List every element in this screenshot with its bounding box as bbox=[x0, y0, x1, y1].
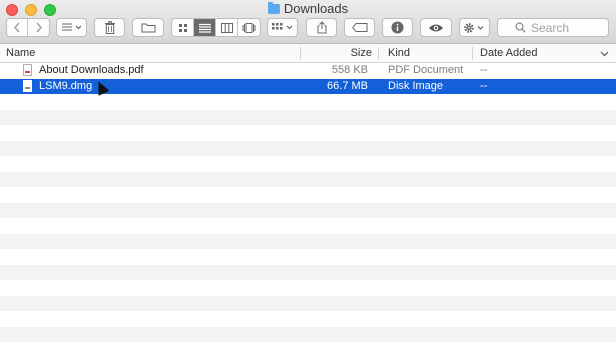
grid-dropdown-icon bbox=[271, 23, 292, 30]
empty-row bbox=[0, 280, 616, 296]
arrange-button[interactable] bbox=[56, 18, 87, 37]
folder-icon bbox=[141, 23, 155, 33]
icon-view-button[interactable] bbox=[172, 19, 194, 36]
empty-row bbox=[0, 326, 616, 342]
column-header-name-label: Name bbox=[6, 47, 36, 59]
empty-row bbox=[0, 295, 616, 311]
empty-row bbox=[0, 342, 616, 350]
file-name: About Downloads.pdf bbox=[39, 64, 144, 76]
file-date-added: -- bbox=[480, 64, 488, 76]
back-button[interactable] bbox=[7, 19, 29, 36]
empty-row bbox=[0, 125, 616, 141]
trash-icon bbox=[104, 21, 115, 34]
group-button[interactable] bbox=[267, 18, 298, 37]
column-header-size[interactable]: Size bbox=[300, 44, 378, 62]
icon-view-icon bbox=[178, 23, 187, 32]
disk-image-icon bbox=[23, 79, 32, 92]
file-size: 558 KB bbox=[331, 64, 368, 76]
empty-row bbox=[0, 156, 616, 172]
list-view-icon bbox=[198, 23, 211, 33]
empty-row bbox=[0, 171, 616, 187]
file-size: 66.7 MB bbox=[327, 79, 368, 92]
file-row[interactable]: About Downloads.pdf 558 KB PDF Document … bbox=[0, 63, 616, 79]
column-divider bbox=[472, 47, 473, 60]
column-header-size-label: Size bbox=[350, 47, 372, 59]
file-name: LSM9.dmg bbox=[39, 79, 93, 92]
empty-row bbox=[0, 233, 616, 249]
forward-button[interactable] bbox=[28, 19, 49, 36]
list-dropdown-icon bbox=[61, 23, 81, 31]
file-list: About Downloads.pdf 558 KB PDF Document … bbox=[0, 63, 616, 350]
empty-row bbox=[0, 218, 616, 234]
search-icon bbox=[515, 22, 526, 33]
chevron-down-icon[interactable] bbox=[600, 51, 609, 57]
finder-window: Downloads Search Name Size Kind Date Add… bbox=[0, 0, 616, 350]
search-input[interactable] bbox=[529, 19, 591, 36]
view-mode-selector bbox=[171, 18, 261, 37]
tag-icon bbox=[351, 23, 367, 32]
file-kind: Disk Image bbox=[388, 79, 444, 92]
empty-row bbox=[0, 264, 616, 280]
trash-button[interactable] bbox=[94, 18, 125, 37]
file-row-selected[interactable]: LSM9.dmg 66.7 MB Disk Image -- bbox=[0, 78, 616, 94]
column-view-icon bbox=[220, 22, 233, 33]
file-date-added: -- bbox=[480, 79, 488, 92]
column-header-bar: Name Size Kind Date Added bbox=[0, 44, 616, 63]
column-header-kind-label: Kind bbox=[388, 47, 411, 59]
empty-row bbox=[0, 249, 616, 265]
empty-row bbox=[0, 109, 616, 125]
chevron-right-icon bbox=[35, 22, 42, 33]
folder-icon bbox=[267, 2, 280, 14]
gear-icon bbox=[463, 22, 483, 33]
column-header-kind[interactable]: Kind bbox=[382, 44, 472, 62]
pdf-file-icon bbox=[23, 64, 32, 76]
eye-icon bbox=[429, 24, 443, 31]
info-icon bbox=[391, 21, 404, 34]
titlebar: Downloads bbox=[0, 0, 616, 44]
column-header-date-added[interactable]: Date Added bbox=[474, 44, 616, 62]
new-folder-button[interactable] bbox=[132, 18, 164, 37]
chevron-left-icon bbox=[14, 22, 20, 33]
empty-row bbox=[0, 311, 616, 327]
column-header-date-added-label: Date Added bbox=[480, 47, 538, 59]
nav-buttons bbox=[6, 18, 50, 37]
file-kind: PDF Document bbox=[388, 64, 464, 76]
action-button[interactable] bbox=[459, 18, 490, 37]
tag-button[interactable] bbox=[344, 18, 375, 37]
empty-row bbox=[0, 94, 616, 110]
window-title-text: Downloads bbox=[283, 1, 349, 16]
empty-row bbox=[0, 187, 616, 203]
coverflow-view-icon bbox=[242, 22, 256, 33]
empty-row bbox=[0, 140, 616, 156]
search-field[interactable] bbox=[497, 18, 609, 37]
window-title: Downloads bbox=[0, 1, 616, 16]
share-button[interactable] bbox=[306, 18, 337, 37]
share-icon bbox=[317, 21, 326, 34]
list-view-button[interactable] bbox=[194, 19, 216, 36]
info-button[interactable] bbox=[382, 18, 413, 37]
empty-row bbox=[0, 202, 616, 218]
column-header-name[interactable]: Name bbox=[0, 44, 300, 62]
column-divider bbox=[378, 47, 379, 60]
quicklook-button[interactable] bbox=[420, 18, 452, 37]
column-view-button[interactable] bbox=[216, 19, 238, 36]
coverflow-view-button[interactable] bbox=[238, 19, 260, 36]
